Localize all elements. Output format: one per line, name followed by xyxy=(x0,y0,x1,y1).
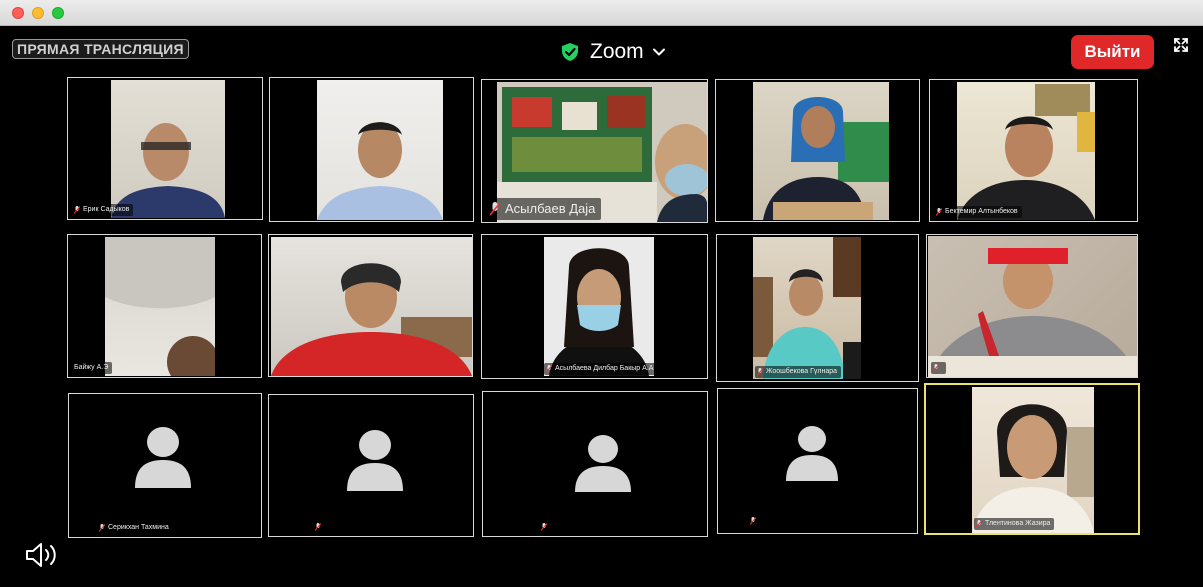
user-avatar-icon xyxy=(575,435,631,492)
mic-muted-icon xyxy=(933,364,939,372)
participant-video xyxy=(928,236,1137,377)
close-window-button[interactable] xyxy=(12,7,24,19)
participant-name-tag: Асылбаева Дилбар Бакыр А.А xyxy=(544,363,658,375)
participant-tile[interactable] xyxy=(268,234,473,377)
participant-name-tag: Жоошбекова Гүлнара xyxy=(755,366,842,378)
mic-muted-icon xyxy=(74,206,80,214)
participant-tile[interactable] xyxy=(268,394,474,537)
participant-video xyxy=(111,80,225,218)
participant-tile[interactable]: Байжу А.Э xyxy=(67,234,262,378)
mic-muted-icon xyxy=(757,368,763,376)
active-speaker-tile[interactable]: Тлентинова Жазира xyxy=(924,383,1140,535)
participant-video xyxy=(753,82,889,220)
participant-tile[interactable]: Асылбаев Даја xyxy=(481,79,708,223)
meeting-info-dropdown[interactable]: Zoom xyxy=(560,39,666,65)
participant-name-tag: Байжу А.Э xyxy=(72,362,113,374)
mic-muted-icon xyxy=(546,365,552,373)
participant-name-tag xyxy=(931,362,946,374)
participant-tile[interactable] xyxy=(482,391,708,537)
participant-video xyxy=(753,237,861,379)
participant-video xyxy=(105,237,215,376)
participant-video xyxy=(271,237,472,376)
app-title: Zoom xyxy=(590,40,644,63)
participant-name-tag xyxy=(313,521,328,533)
participant-name-tag xyxy=(539,521,554,533)
speaker-volume-icon[interactable] xyxy=(24,541,60,569)
participant-tile[interactable]: Жоошбекова Гүлнара xyxy=(716,234,919,382)
window-title-bar xyxy=(0,0,1203,26)
participant-tile[interactable] xyxy=(926,234,1138,378)
minimize-window-button[interactable] xyxy=(32,7,44,19)
chevron-down-icon xyxy=(652,48,665,56)
user-avatar-icon xyxy=(347,430,403,491)
maximize-window-button[interactable] xyxy=(52,7,64,19)
user-avatar-icon xyxy=(786,426,838,481)
mic-muted-icon xyxy=(315,523,321,531)
mic-muted-icon xyxy=(936,208,942,216)
mic-muted-icon xyxy=(541,523,547,531)
participant-tile[interactable] xyxy=(717,388,918,534)
mic-muted-icon xyxy=(750,517,756,525)
participant-tile[interactable]: Ерик Садыков xyxy=(67,77,263,220)
participant-video xyxy=(957,82,1095,220)
participant-tile[interactable]: Бектемир Алтынбеков xyxy=(929,79,1138,222)
participant-name-tag: Тлентинова Жазира xyxy=(974,518,1055,530)
participant-tile[interactable] xyxy=(269,77,474,222)
mic-muted-icon xyxy=(490,202,500,216)
participant-video xyxy=(972,387,1094,533)
participant-tile[interactable]: Асылбаева Дилбар Бакыр А.А xyxy=(481,234,708,379)
participant-name-tag: Серикхан Тахмина xyxy=(97,522,173,534)
user-avatar-icon xyxy=(135,427,191,488)
participant-tile[interactable]: Серикхан Тахмина xyxy=(68,393,262,538)
leave-button[interactable]: Выйти xyxy=(1071,35,1154,69)
shield-check-icon xyxy=(562,43,578,61)
participant-tile[interactable] xyxy=(715,79,920,222)
participant-name-tag: Бектемир Алтынбеков xyxy=(934,206,1022,218)
live-stream-badge[interactable]: ПРЯМАЯ ТРАНСЛЯЦИЯ xyxy=(12,39,189,59)
participant-video xyxy=(544,237,654,376)
participant-name-tag: Ерик Садыков xyxy=(72,204,134,216)
mic-muted-icon xyxy=(99,524,105,532)
participant-video xyxy=(317,80,443,220)
fullscreen-icon[interactable] xyxy=(1172,36,1190,54)
mic-muted-icon xyxy=(976,520,982,528)
participant-name-tag: Асылбаев Даја xyxy=(486,198,602,220)
participant-name-tag xyxy=(748,515,763,527)
